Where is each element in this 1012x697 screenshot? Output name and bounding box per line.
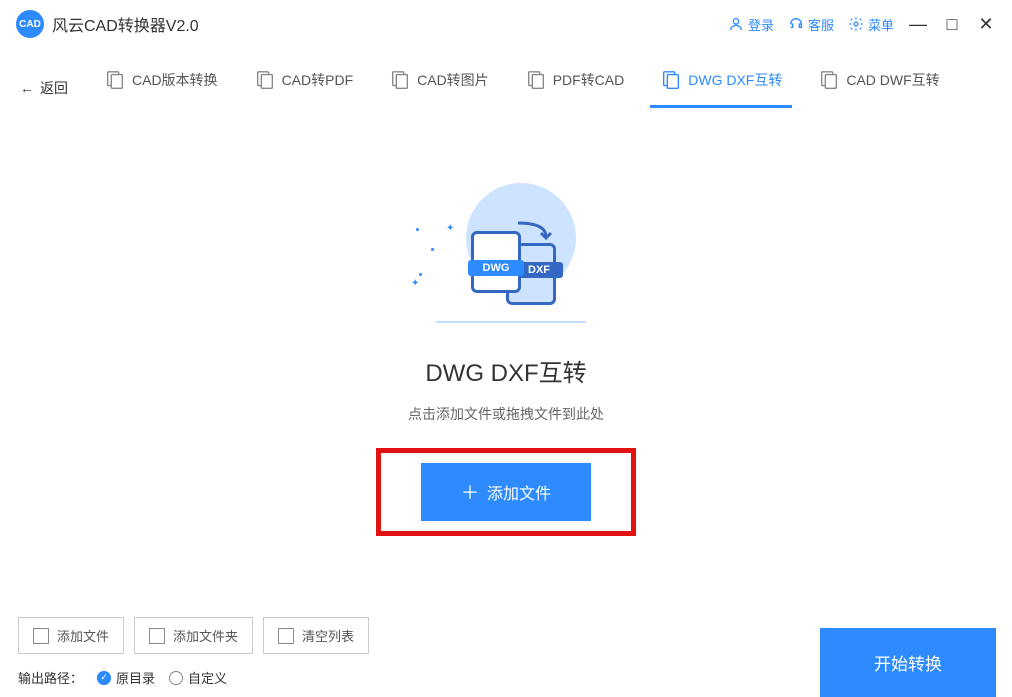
output-path-label: 输出路径：: [18, 668, 83, 687]
close-button[interactable]: ✕: [976, 14, 996, 34]
tab-label: DWG DXF互转: [688, 70, 782, 90]
drop-zone[interactable]: ✦ ✦ DXF DWG DWG DXF互转 点击添加文件或拖拽文件到此处 ＋ 添…: [0, 112, 1012, 606]
support-label: 客服: [808, 15, 834, 34]
tab-pdf-cad[interactable]: PDF转CAD: [525, 69, 625, 107]
clear-list-button[interactable]: 清空列表: [263, 617, 369, 654]
maximize-button[interactable]: □: [942, 14, 962, 34]
doc-pdf-icon: [254, 69, 276, 91]
tab-cad-version[interactable]: CAD版本转换: [104, 69, 218, 107]
tab-label: CAD转PDF: [282, 70, 354, 90]
doc-image-icon: [389, 69, 411, 91]
add-file-label: 添加文件: [487, 480, 551, 504]
menu-label: 菜单: [868, 15, 894, 34]
trash-icon: [278, 628, 294, 644]
radio-label: 自定义: [188, 668, 227, 687]
pdf-cad-icon: [525, 69, 547, 91]
app-logo: CAD: [16, 10, 44, 38]
radio-custom-dir[interactable]: 自定义: [169, 668, 227, 687]
user-icon: [728, 16, 744, 32]
illustration: ✦ ✦ DXF DWG: [406, 183, 606, 323]
minimize-button[interactable]: —: [908, 14, 928, 34]
back-button[interactable]: ← 返回: [20, 78, 68, 98]
doc-convert-icon: [104, 69, 126, 91]
add-folder-text: 添加文件夹: [173, 626, 238, 645]
dwg-dxf-icon: [660, 69, 682, 91]
app-title: 风云CAD转换器V2.0: [52, 12, 199, 36]
tab-label: CAD版本转换: [132, 70, 218, 90]
back-label: 返回: [40, 78, 68, 98]
headset-icon: [788, 16, 804, 32]
tab-label: CAD转图片: [417, 70, 489, 90]
gear-icon: [848, 16, 864, 32]
login-label: 登录: [748, 15, 774, 34]
radio-label: 原目录: [116, 668, 155, 687]
main-title: DWG DXF互转: [425, 353, 586, 388]
dwg-label: DWG: [468, 260, 524, 276]
radio-icon: [169, 671, 183, 685]
tab-cad-image[interactable]: CAD转图片: [389, 69, 489, 107]
add-file-text: 添加文件: [57, 626, 109, 645]
file-icon: [33, 628, 49, 644]
tab-label: PDF转CAD: [553, 70, 625, 90]
radio-icon: [97, 671, 111, 685]
tab-cad-pdf[interactable]: CAD转PDF: [254, 69, 354, 107]
arrow-left-icon: ←: [20, 80, 34, 96]
highlight-annotation: ＋ 添加文件: [376, 448, 636, 536]
add-file-main-button[interactable]: ＋ 添加文件: [421, 463, 591, 521]
clear-list-text: 清空列表: [302, 626, 354, 645]
tab-cad-dwf[interactable]: CAD DWF互转: [818, 69, 939, 107]
folder-icon: [149, 628, 165, 644]
start-convert-button[interactable]: 开始转换: [820, 628, 996, 697]
support-link[interactable]: 客服: [788, 15, 834, 34]
tab-label: CAD DWF互转: [846, 70, 939, 90]
menu-link[interactable]: 菜单: [848, 15, 894, 34]
plus-icon: ＋: [461, 479, 479, 505]
login-link[interactable]: 登录: [728, 15, 774, 34]
tab-dwg-dxf[interactable]: DWG DXF互转: [660, 69, 782, 107]
cad-dwf-icon: [818, 69, 840, 91]
main-subtitle: 点击添加文件或拖拽文件到此处: [408, 404, 604, 424]
add-file-button[interactable]: 添加文件: [18, 617, 124, 654]
radio-original-dir[interactable]: 原目录: [97, 668, 155, 687]
add-folder-button[interactable]: 添加文件夹: [134, 617, 253, 654]
